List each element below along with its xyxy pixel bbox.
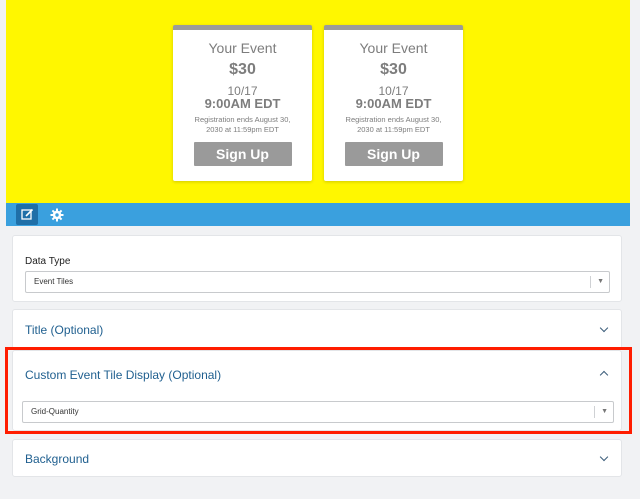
- edit-button[interactable]: [16, 204, 38, 225]
- event-tiles-preview: Your Event $30 10/17 9:00AM EDT Registra…: [6, 0, 630, 203]
- data-type-panel: Data Type Event Tiles ▼: [12, 235, 622, 302]
- chevron-down-icon: [599, 452, 609, 462]
- sign-up-button[interactable]: Sign Up: [344, 142, 443, 166]
- data-type-select[interactable]: Event Tiles ▼: [25, 271, 610, 293]
- event-tile: Your Event $30 10/17 9:00AM EDT Registra…: [173, 25, 312, 181]
- chevron-down-icon: [599, 323, 609, 333]
- event-title: Your Event: [359, 40, 428, 56]
- highlight-box: [5, 347, 632, 434]
- background-accordion[interactable]: Background: [12, 439, 622, 477]
- event-title: Your Event: [208, 40, 277, 56]
- event-time: 9:00AM EDT: [204, 96, 281, 111]
- title-accordion[interactable]: Title (Optional): [12, 309, 622, 349]
- title-accordion-label: Title (Optional): [25, 323, 104, 337]
- event-price: $30: [229, 61, 256, 78]
- caret-down-icon: ▼: [597, 278, 604, 285]
- block-toolbar: [6, 203, 630, 226]
- settings-button[interactable]: [46, 204, 68, 225]
- gear-icon: [50, 208, 64, 221]
- event-tile: Your Event $30 10/17 9:00AM EDT Registra…: [324, 25, 463, 181]
- registration-deadline: Registration ends August 30, 2030 at 11:…: [345, 115, 442, 134]
- edit-icon: [20, 208, 33, 220]
- select-divider: [590, 276, 591, 288]
- registration-deadline: Registration ends August 30, 2030 at 11:…: [194, 115, 291, 134]
- data-type-value: Event Tiles: [34, 277, 74, 286]
- data-type-label: Data Type: [25, 256, 71, 267]
- sign-up-button[interactable]: Sign Up: [193, 142, 292, 166]
- event-price: $30: [380, 61, 407, 78]
- background-accordion-label: Background: [25, 452, 90, 466]
- event-time: 9:00AM EDT: [355, 96, 432, 111]
